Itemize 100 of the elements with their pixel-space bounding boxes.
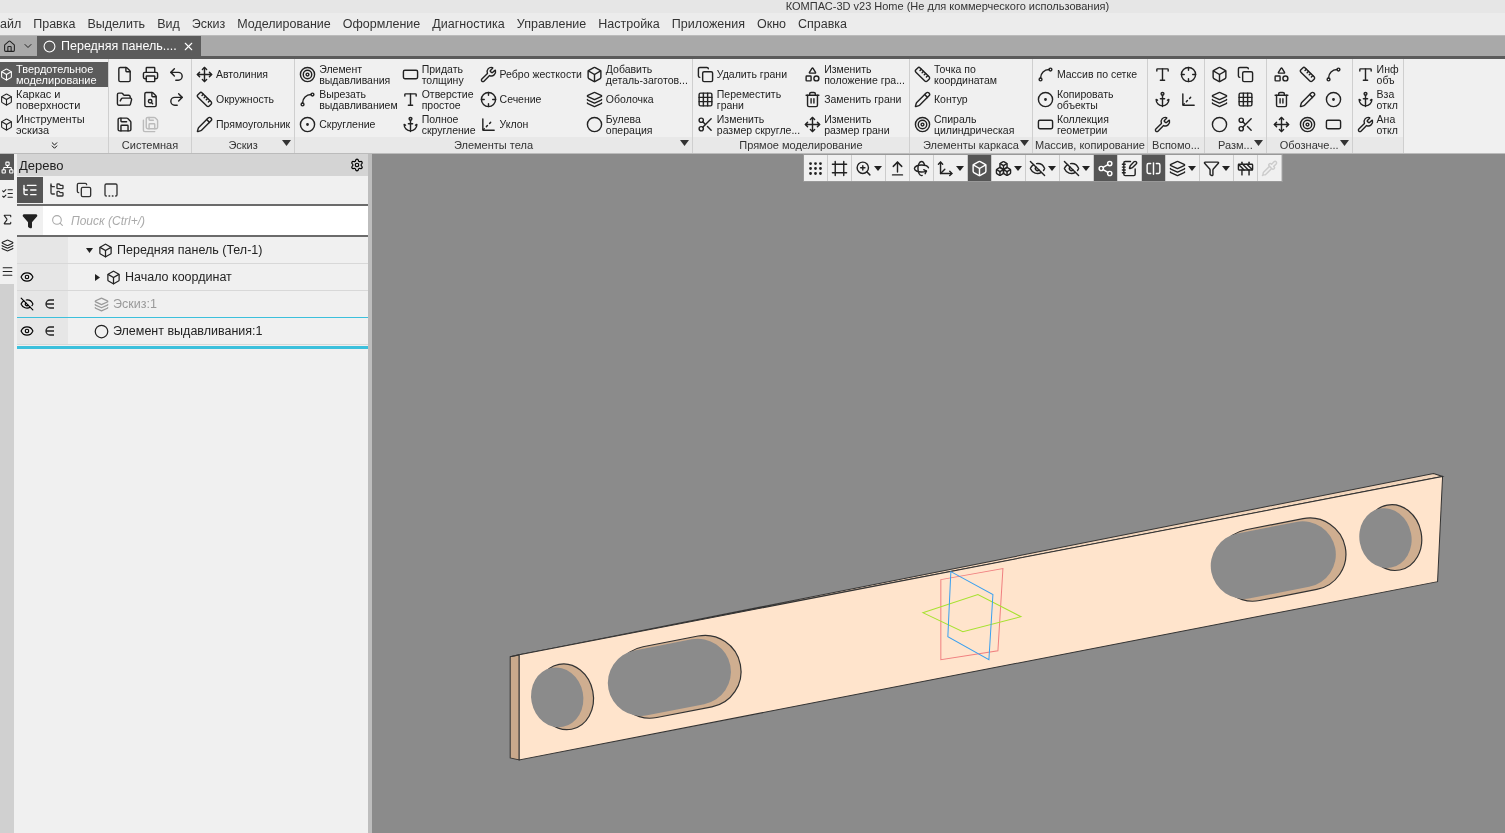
letter-icon bbox=[401, 91, 419, 108]
group-label: Массив, копирование bbox=[1034, 139, 1145, 151]
eye-icon[interactable] bbox=[20, 270, 34, 284]
wrench-icon bbox=[1154, 116, 1172, 133]
mode-button[interactable]: Каркас и поверхности bbox=[0, 87, 108, 112]
view-tool-button[interactable] bbox=[1142, 155, 1166, 181]
ribbon-command-button[interactable]: Переместить грани bbox=[695, 87, 802, 112]
caret-icon[interactable] bbox=[956, 165, 964, 171]
caret-icon[interactable] bbox=[1082, 165, 1090, 171]
box-icon bbox=[585, 66, 603, 83]
menu-item[interactable]: Приложения bbox=[665, 17, 751, 31]
ribbon-command-button[interactable]: Окружность bbox=[195, 87, 292, 112]
ribbon-command-button[interactable]: Заменить грани bbox=[803, 87, 906, 112]
ribbon-command-button[interactable]: Скругление bbox=[298, 112, 399, 137]
menu-item[interactable]: Окно bbox=[750, 17, 792, 31]
eye-off-icon bbox=[1029, 159, 1046, 177]
part-icon bbox=[98, 242, 113, 258]
ribbon-command-button[interactable]: Контур bbox=[912, 87, 1016, 112]
ribbon-command-button[interactable]: Оболочка bbox=[584, 87, 689, 112]
menu-item[interactable]: айл bbox=[0, 17, 28, 31]
menu-item[interactable]: Управление bbox=[510, 17, 593, 31]
ribbon-command-button[interactable]: Копировать объекты bbox=[1035, 87, 1138, 112]
search-field[interactable]: Поиск (Ctrl+/) bbox=[43, 206, 368, 235]
ribbon-command-button[interactable]: Изменить размер скругле... bbox=[695, 112, 802, 137]
nodes-icon bbox=[1097, 159, 1114, 177]
settings-icon[interactable] bbox=[350, 158, 364, 172]
caret-icon[interactable] bbox=[1222, 165, 1230, 171]
menu-item[interactable]: Эскиз bbox=[185, 17, 232, 31]
caret-icon[interactable] bbox=[874, 165, 882, 171]
menu-item[interactable]: Справка bbox=[792, 17, 854, 31]
ribbon-command-button[interactable]: Вырезать выдавливанием bbox=[298, 87, 399, 112]
group-label: Элементы тела bbox=[454, 139, 534, 151]
ribbon-command-button[interactable]: Вза откл bbox=[1355, 87, 1400, 112]
side-tab[interactable] bbox=[0, 258, 14, 284]
caret-icon[interactable] bbox=[94, 273, 101, 281]
menu-item[interactable]: Моделирование bbox=[231, 17, 337, 31]
ribbon-command-button[interactable]: Уклон bbox=[478, 112, 583, 137]
menu-item[interactable]: Оформление bbox=[336, 17, 427, 31]
eye-icon[interactable] bbox=[20, 324, 34, 338]
caret-icon[interactable] bbox=[1253, 140, 1263, 146]
ribbon-command-button[interactable]: Придать толщину bbox=[400, 62, 477, 87]
ribbon-command-button[interactable]: Коллекция геометрии bbox=[1035, 112, 1138, 137]
group-label: Эскиз bbox=[228, 139, 258, 151]
search-icon bbox=[51, 214, 64, 227]
ribbon-command-button[interactable]: Прямоугольник bbox=[195, 112, 292, 137]
ribbon-command-button[interactable]: Изменить размер грани bbox=[803, 112, 906, 137]
ribbon-command-button[interactable]: Полное скругление bbox=[400, 112, 477, 137]
document-tab[interactable]: Передняя панель.... bbox=[37, 36, 201, 56]
caret-icon[interactable] bbox=[86, 246, 93, 254]
ribbon-command-button[interactable]: Ана откл bbox=[1355, 112, 1400, 137]
caret-icon[interactable] bbox=[1339, 140, 1349, 146]
cube-icon bbox=[971, 159, 988, 177]
ribbon-command-button[interactable]: Точка по координатам bbox=[912, 62, 1016, 87]
side-tab[interactable] bbox=[0, 154, 14, 180]
caret-icon[interactable] bbox=[1019, 140, 1029, 146]
target-icon bbox=[299, 66, 317, 83]
ribbon-command-button[interactable]: Инф объ bbox=[1355, 62, 1400, 87]
mode-button[interactable]: Твердотельное моделирование bbox=[0, 62, 108, 87]
barrier-icon bbox=[1237, 159, 1254, 177]
caret-icon[interactable] bbox=[1048, 165, 1056, 171]
menu-item[interactable]: Диагностика bbox=[426, 17, 511, 31]
menu-item[interactable]: Правка bbox=[27, 17, 82, 31]
ribbon-command-button[interactable]: Отверстие простое bbox=[400, 87, 477, 112]
box-icon bbox=[1211, 66, 1229, 83]
ribbon-command-button[interactable]: Автолиния bbox=[195, 62, 292, 87]
circle-dot-icon bbox=[299, 116, 317, 133]
ribbon-command-button[interactable]: Массив по сетке bbox=[1035, 62, 1138, 87]
view-tool-button[interactable] bbox=[968, 155, 992, 181]
caret-icon[interactable] bbox=[679, 140, 689, 146]
tree-item-label[interactable]: Передняя панель (Тел-1) bbox=[117, 243, 263, 257]
menu-item[interactable]: Вид bbox=[151, 17, 186, 31]
ribbon-command-button[interactable]: Булева операция bbox=[584, 112, 689, 137]
view-tool-button[interactable] bbox=[1094, 155, 1118, 181]
ribbon-command-button[interactable]: Добавить деталь-заготов... bbox=[584, 62, 689, 87]
tree-item-label[interactable]: Элемент выдавливания:1 bbox=[113, 324, 263, 338]
eye-off-icon[interactable] bbox=[20, 297, 34, 311]
caret-icon[interactable] bbox=[282, 140, 292, 146]
trash-icon bbox=[1273, 91, 1291, 108]
box-icon bbox=[0, 118, 13, 131]
side-tab[interactable] bbox=[0, 180, 14, 206]
tree-item-label[interactable]: Начало координат bbox=[125, 270, 232, 284]
view-mode-button[interactable] bbox=[17, 177, 43, 203]
mode-button[interactable]: Инструменты эскиза bbox=[0, 112, 108, 137]
ribbon-command-button[interactable]: Удалить грани bbox=[695, 62, 802, 87]
ribbon-command-button[interactable]: Элемент выдавливания bbox=[298, 62, 399, 87]
caret-icon[interactable] bbox=[1014, 165, 1022, 171]
ribbon-command-button[interactable]: Спираль цилиндрическая bbox=[912, 112, 1016, 137]
caret-icon[interactable] bbox=[1188, 165, 1196, 171]
menu-item[interactable]: Выделить bbox=[81, 17, 152, 31]
menu-item[interactable]: Настройка bbox=[592, 17, 666, 31]
undo-icon bbox=[167, 66, 185, 83]
home-icon[interactable] bbox=[3, 39, 16, 53]
ribbon-command-button[interactable]: Изменить положение гра... bbox=[803, 62, 906, 87]
spline-icon bbox=[1036, 66, 1054, 83]
ribbon-command-button[interactable]: Сечение bbox=[478, 87, 583, 112]
scissors-icon bbox=[696, 116, 714, 133]
shapes-icon bbox=[804, 66, 822, 83]
anchor-icon bbox=[401, 116, 419, 133]
ribbon-command-button[interactable]: Ребро жесткости bbox=[478, 62, 583, 87]
group-label: Прямое моделирование bbox=[739, 139, 863, 151]
